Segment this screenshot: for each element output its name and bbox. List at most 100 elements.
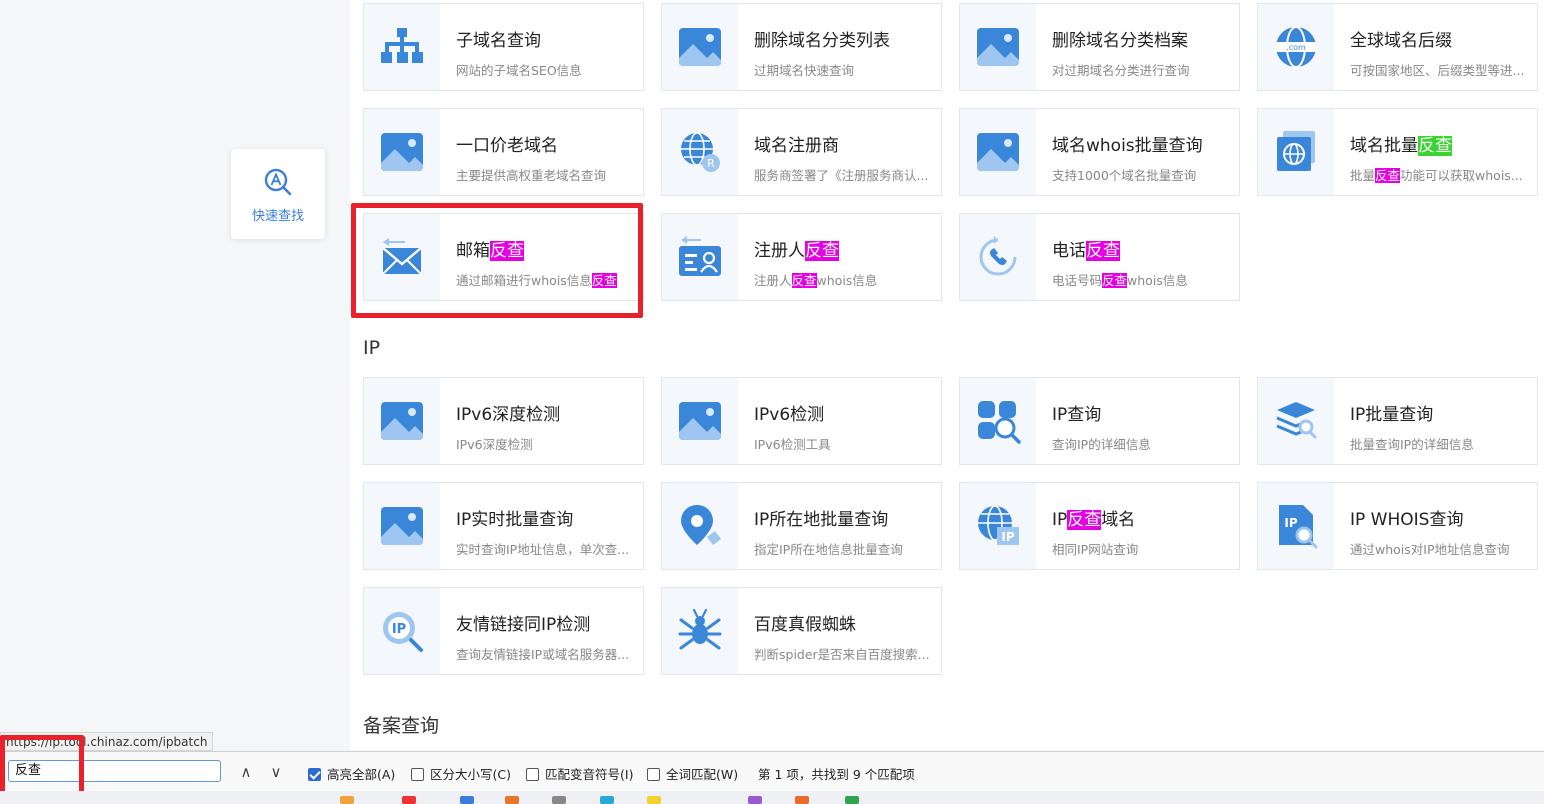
taskbar-app-icon[interactable] [402,796,416,804]
tool-card-description: 通过whois对IP地址信息查询 [1350,539,1529,558]
tool-card-title: 电话反查 [1052,236,1231,261]
text-segment: IP [1052,510,1068,530]
text-segment: 相同IP网站查询 [1052,542,1139,557]
tool-card-title: 子域名查询 [456,26,635,51]
tool-card[interactable]: IP实时批量查询实时查询IP地址信息，单次查... [363,482,644,570]
match-diacritics-label: 匹配变音符号(I) [545,767,634,782]
search-a-icon [264,168,292,196]
taskbar-app-icon[interactable] [460,796,474,804]
image-placeholder-icon [960,109,1036,195]
checkbox-icon [647,768,660,781]
whole-words-checkbox[interactable]: 全词匹配(W) [647,764,738,783]
tool-card-description: 相同IP网站查询 [1052,539,1231,558]
text-segment: 网站的子域名SEO信息 [456,63,582,78]
tool-card[interactable]: 域名批量反查 批量反查功能可以获取whois... [1257,108,1538,196]
tool-card-title: 全球域名后缀 [1350,26,1529,51]
text-segment: 主要提供高权重老域名查询 [456,168,607,183]
text-segment: 对过期域名分类进行查询 [1052,63,1190,78]
tool-card-title: IP实时批量查询 [456,505,635,530]
tool-card-title: IP批量查询 [1350,400,1529,425]
tool-card[interactable]: 注册人反查注册人反查whois信息 [661,213,942,301]
find-bar: 反查 ∧ ∨ 高亮全部(A) 区分大小写(C) 匹配变音符号(I) 全词匹配(W… [0,751,1544,791]
svg-text:R: R [707,157,715,170]
text-segment: 全球域名后缀 [1350,31,1452,51]
highlight-all-label: 高亮全部(A) [327,767,396,782]
tool-card[interactable]: 删除域名分类列表 过期域名快速查询 [661,3,942,91]
tool-card-title: 注册人反查 [754,236,933,261]
svg-text:IP: IP [392,622,406,637]
text-segment: 注册人 [754,273,792,288]
text-segment: IP所在地批量查询 [754,510,889,530]
find-previous-button[interactable]: ∧ [236,762,256,782]
tool-card[interactable]: 百度真假蜘蛛 判断spider是否来自百度搜索... [661,587,942,675]
image-placeholder-icon [662,378,738,464]
tool-card[interactable]: R 域名注册商 服务商签署了《注册服务商认... [661,108,942,196]
text-segment: IP WHOIS查询 [1350,510,1464,530]
ip-magnifier-icon: IP [364,588,440,674]
tool-card-title: 域名批量反查 [1350,131,1529,156]
tool-card[interactable]: 删除域名分类档案对过期域名分类进行查询 [959,3,1240,91]
tool-card[interactable]: 子域名查询网站的子域名SEO信息 [363,3,644,91]
phone-icon [960,214,1036,300]
tool-card[interactable]: IP 友情链接同IP检测 查询友情链接IP或域名服务器... [363,587,644,675]
tool-card[interactable]: IPv6深度检测 IPv6深度检测 [363,377,644,465]
text-segment: 一口价老域名 [456,136,558,156]
text-segment: 域名 [1101,510,1136,530]
tool-card-description: IPv6检测工具 [754,434,933,453]
find-next-button[interactable]: ∨ [266,762,286,782]
tool-card-title: IP查询 [1052,400,1231,425]
tool-card[interactable]: IP批量查询 批量查询IP的详细信息 [1257,377,1538,465]
text-segment: 电话号码 [1052,273,1103,288]
tool-card[interactable]: .com 全球域名后缀可按国家地区、后缀类型等进... [1257,3,1538,91]
tool-card-title: 百度真假蜘蛛 [754,610,933,635]
taskbar-app-icon[interactable] [340,796,354,804]
taskbar-app-icon[interactable] [748,796,762,804]
match-case-checkbox[interactable]: 区分大小写(C) [411,764,511,783]
whole-words-label: 全词匹配(W) [666,767,739,782]
text-segment: IP实时批量查询 [456,510,574,530]
match-diacritics-checkbox[interactable]: 匹配变音符号(I) [526,764,633,783]
tool-card-title: IPv6深度检测 [456,400,635,425]
globe-com-icon: .com [1258,4,1334,90]
tool-card-title: 域名注册商 [754,131,933,156]
taskbar-app-icon[interactable] [795,796,809,804]
quick-find-button[interactable]: 快速查找 [231,149,325,239]
tool-card[interactable]: IP查询 查询IP的详细信息 [959,377,1240,465]
tool-card-title: IP反查域名 [1052,505,1231,530]
taskbar-app-icon[interactable] [845,796,859,804]
tool-card-description: 支持1000个域名批量查询 [1052,165,1231,184]
tool-card[interactable]: IPv6检测 IPv6检测工具 [661,377,942,465]
tool-card-description: 实时查询IP地址信息，单次查... [456,539,635,558]
tool-card-description: 电话号码反查whois信息 [1052,270,1231,289]
text-segment: 域名whois批量查询 [1052,136,1203,156]
ip-whois-icon: IP [1258,483,1334,569]
tool-card[interactable]: IP IP反查域名相同IP网站查询 [959,482,1240,570]
quick-find-label: 快速查找 [251,209,304,224]
tool-card-title: IPv6检测 [754,400,933,425]
text-segment: 批量 [1350,168,1376,183]
tool-card-title: 删除域名分类档案 [1052,26,1231,51]
tool-card[interactable]: 电话反查 电话号码反查whois信息 [959,213,1240,301]
taskbar-app-icon[interactable] [505,796,519,804]
tool-card-description: 查询友情链接IP或域名服务器... [456,644,635,663]
tool-card[interactable]: IP所在地批量查询 指定IP所在地信息批量查询 [661,482,942,570]
ip-batch-icon [1258,378,1334,464]
section-title-ip: IP [363,337,381,359]
text-segment: 查询友情链接IP或域名服务器... [456,647,630,662]
tool-card-description: 注册人反查whois信息 [754,270,933,289]
tool-card[interactable]: IP IP WHOIS查询通过whois对IP地址信息查询 [1257,482,1538,570]
highlight-all-checkbox[interactable]: 高亮全部(A) [308,764,395,783]
text-segment: 百度真假蜘蛛 [754,615,856,635]
tool-card[interactable]: 一口价老域名主要提供高权重老域名查询 [363,108,644,196]
globe-registered-icon: R [662,109,738,195]
search-highlight: 反查 [1102,273,1128,288]
tool-card[interactable]: 域名whois批量查询支持1000个域名批量查询 [959,108,1240,196]
taskbar-app-icon[interactable] [647,796,661,804]
taskbar-app-icon[interactable] [552,796,566,804]
text-segment: 电话 [1052,241,1086,261]
text-segment: whois信息 [1127,273,1188,288]
taskbar-app-icon[interactable] [600,796,614,804]
checkbox-checked-icon [308,768,321,781]
image-placeholder-icon [364,483,440,569]
tool-card-description: 可按国家地区、后缀类型等进... [1350,60,1529,79]
